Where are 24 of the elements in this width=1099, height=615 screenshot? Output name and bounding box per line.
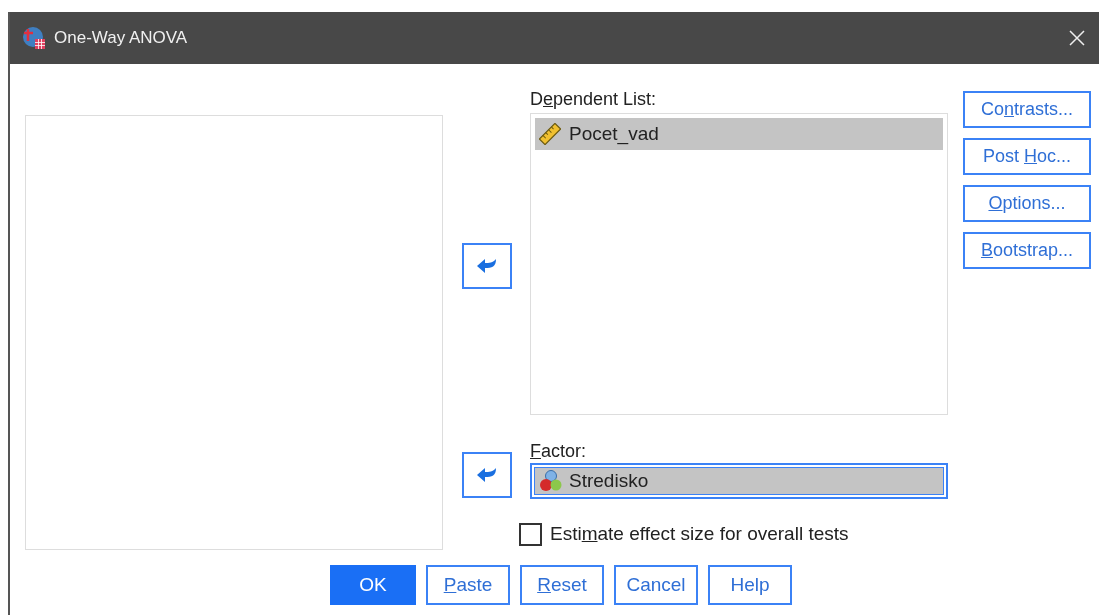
- dependent-list[interactable]: Pocet_vad: [530, 113, 948, 415]
- dialog-button[interactable]: Reset: [520, 565, 604, 605]
- window-title: One-Way ANOVA: [54, 27, 188, 50]
- checkbox[interactable]: [519, 522, 542, 546]
- dialog-button[interactable]: Options...: [963, 185, 1091, 222]
- nominal-variable-icon: [539, 469, 563, 493]
- factor-label: Factor:: [530, 440, 588, 463]
- app-icon: [22, 26, 46, 50]
- variable-row[interactable]: Pocet_vad: [535, 118, 943, 150]
- dependent-list-label: Dependent List:: [530, 88, 658, 111]
- close-icon[interactable]: [1069, 30, 1085, 46]
- factor-field[interactable]: Stredisko: [530, 463, 948, 499]
- dialog-button[interactable]: Post Hoc...: [963, 138, 1091, 175]
- checkbox-label[interactable]: Estimate effect size for overall tests: [550, 520, 849, 549]
- move-to-factor-button[interactable]: [461, 452, 512, 498]
- arrow-icon: [475, 257, 498, 275]
- dialog-button[interactable]: OK: [330, 565, 416, 605]
- dialog-button[interactable]: Cancel: [614, 565, 698, 605]
- move-to-dependent-button[interactable]: [461, 243, 512, 289]
- dialog-button[interactable]: Help: [708, 565, 792, 605]
- dialog-button[interactable]: Bootstrap...: [963, 232, 1091, 269]
- dialog-button[interactable]: Paste: [426, 565, 510, 605]
- dialog-button[interactable]: Contrasts...: [963, 91, 1091, 128]
- arrow-icon: [475, 466, 498, 484]
